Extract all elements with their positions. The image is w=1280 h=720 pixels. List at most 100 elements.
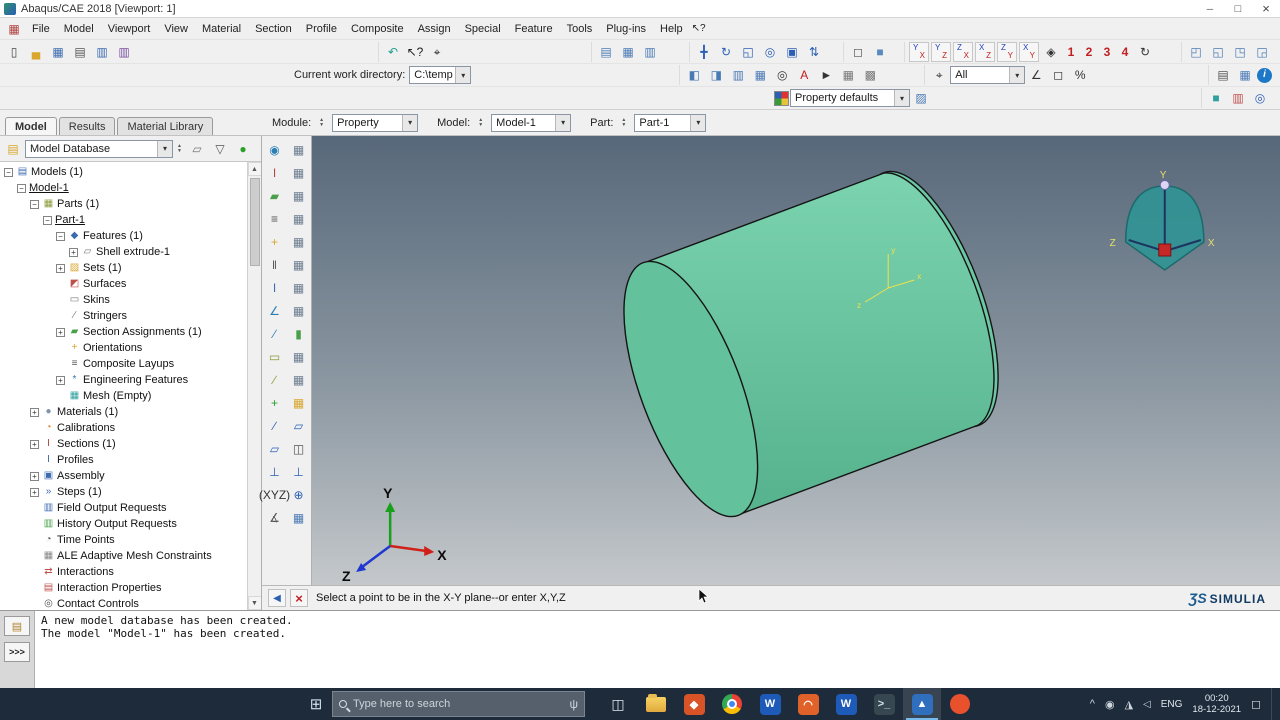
model-database-combo[interactable]: Model Database bbox=[25, 139, 173, 158]
viewport-decor-icon[interactable]: ◳ bbox=[1230, 42, 1250, 62]
pan-icon[interactable]: ╋ bbox=[694, 42, 714, 62]
word2-button[interactable]: W bbox=[827, 688, 865, 720]
module-stepper[interactable] bbox=[316, 115, 327, 131]
menu-help[interactable]: Help bbox=[653, 20, 690, 38]
create-profile-icon[interactable]: I bbox=[263, 277, 286, 299]
assign-rebar-orientation-icon[interactable]: ‖ bbox=[263, 254, 286, 276]
menu-viewport[interactable]: Viewport bbox=[101, 20, 158, 38]
volume-icon[interactable] bbox=[1143, 698, 1151, 710]
tree-item-part-1[interactable]: − Part-1 bbox=[0, 212, 247, 228]
tree-item-model-1[interactable]: − Model-1 bbox=[0, 180, 247, 196]
viewport-scene[interactable]: y x z Y X Z Y Z X bbox=[312, 136, 1280, 585]
tree-item-orientations[interactable]: + Orientations bbox=[0, 340, 247, 356]
start-button[interactable] bbox=[300, 688, 332, 720]
action-center-button[interactable] bbox=[1251, 697, 1261, 711]
viewport-canvas[interactable]: y x z Y X Z Y Z X bbox=[312, 136, 1280, 585]
tree-item-sets-1[interactable]: + ▨ Sets (1) bbox=[0, 260, 247, 276]
language-indicator[interactable]: ENG bbox=[1161, 699, 1183, 710]
filter-icon[interactable]: ▽ bbox=[210, 139, 230, 159]
close-button[interactable] bbox=[1252, 0, 1280, 17]
create-material-icon[interactable]: ◉ bbox=[263, 139, 286, 161]
angle-select-icon[interactable]: ∠ bbox=[1026, 65, 1046, 85]
tree-item-contact-controls[interactable]: ◎ Contact Controls bbox=[0, 596, 247, 610]
composite-layup-manager-icon[interactable]: ▦ bbox=[287, 208, 310, 230]
view-left-icon[interactable]: ZY bbox=[997, 41, 1017, 62]
compass-tool-icon[interactable]: ◎ bbox=[1250, 88, 1270, 108]
fit-view-icon[interactable]: ▣ bbox=[782, 42, 802, 62]
saved-view-4-icon[interactable]: 4 bbox=[1117, 42, 1133, 62]
saved-view-1-icon[interactable]: 1 bbox=[1063, 42, 1079, 62]
tree-item-materials-1[interactable]: + ● Materials (1) bbox=[0, 404, 247, 420]
create-datum-csys-icon[interactable]: ⊥ bbox=[263, 461, 286, 483]
tree-item-parts-1[interactable]: − ▦ Parts (1) bbox=[0, 196, 247, 212]
color-code-combo[interactable]: Property defaults bbox=[790, 89, 910, 107]
annotation-icon[interactable]: A bbox=[794, 65, 814, 85]
stringer-manager-icon[interactable]: ▦ bbox=[287, 369, 310, 391]
spectrum-icon[interactable]: ▥ bbox=[1228, 88, 1248, 108]
abaqus-active-button[interactable]: ▲ bbox=[903, 688, 941, 720]
chrome-button[interactable] bbox=[713, 688, 751, 720]
open-icon[interactable]: ▄ bbox=[26, 42, 46, 62]
tab-model[interactable]: Model bbox=[5, 117, 57, 135]
create-datum-plane-icon[interactable]: ▱ bbox=[263, 438, 286, 460]
profile-manager-icon[interactable]: ▦ bbox=[287, 277, 310, 299]
tile-viewports-icon[interactable]: ◱ bbox=[1208, 42, 1228, 62]
assign-section-icon[interactable]: ▰ bbox=[263, 185, 286, 207]
viewport-raise-icon[interactable]: ▥ bbox=[728, 65, 748, 85]
tree-item-steps-1[interactable]: + » Steps (1) bbox=[0, 484, 247, 500]
tree-item-interaction-properties[interactable]: ▤ Interaction Properties bbox=[0, 580, 247, 596]
part-stepper[interactable] bbox=[618, 115, 629, 131]
saved-view-3-icon[interactable]: 3 bbox=[1099, 42, 1115, 62]
wireframe-icon[interactable]: ◻ bbox=[848, 42, 868, 62]
context-help-icon[interactable]: ↖? bbox=[405, 42, 425, 62]
microphone-icon[interactable] bbox=[569, 697, 578, 711]
undo-icon[interactable]: ↶ bbox=[383, 42, 403, 62]
kernel-cli-tab[interactable]: >>> bbox=[4, 642, 30, 662]
tree-item-history-output-requests[interactable]: ▥ History Output Requests bbox=[0, 516, 247, 532]
tree-item-models-1[interactable]: − ▤ Models (1) bbox=[0, 164, 247, 180]
print-icon[interactable]: ▤ bbox=[70, 42, 90, 62]
terminal-button[interactable]: >_ bbox=[865, 688, 903, 720]
tree-item-features-1[interactable]: − ◆ Features (1) bbox=[0, 228, 247, 244]
tree-item-time-points[interactable]: ◔ Time Points bbox=[0, 532, 247, 548]
tree-expander[interactable]: + bbox=[56, 327, 65, 337]
tree-expander[interactable]: + bbox=[56, 375, 65, 385]
assign-material-orientation-icon[interactable]: + bbox=[263, 231, 286, 253]
beam-orientation-manager-icon[interactable]: ▦ bbox=[287, 300, 310, 322]
datum-plane2-icon[interactable]: ▱ bbox=[287, 415, 310, 437]
material-orientation-manager-icon[interactable]: ▦ bbox=[287, 231, 310, 253]
binoculars-icon[interactable]: ◎ bbox=[772, 65, 792, 85]
section-manager-icon[interactable]: ▦ bbox=[287, 162, 310, 184]
tree-item-section-assignments-1[interactable]: + ▰ Section Assignments (1) bbox=[0, 324, 247, 340]
model-database-icon[interactable]: ▤ bbox=[3, 139, 23, 159]
assign-beam-orientation-icon[interactable]: ∠ bbox=[263, 300, 286, 322]
tree-expander[interactable]: + bbox=[30, 471, 39, 481]
previous-prompt-button[interactable] bbox=[268, 589, 286, 607]
file-explorer-button[interactable] bbox=[637, 688, 675, 720]
magnify-icon[interactable]: ◎ bbox=[760, 42, 780, 62]
browser-orange-button[interactable] bbox=[941, 688, 979, 720]
user-icon[interactable] bbox=[1105, 698, 1115, 711]
grid-snap-icon[interactable]: ▩ bbox=[860, 65, 880, 85]
create-stringer-icon[interactable]: ∕ bbox=[263, 369, 286, 391]
menu-feature[interactable]: Feature bbox=[508, 20, 560, 38]
info-icon[interactable]: i bbox=[1257, 67, 1272, 83]
show-desktop-button[interactable] bbox=[1271, 688, 1276, 720]
tree-item-interactions[interactable]: ⇄ Interactions bbox=[0, 564, 247, 580]
xyz-point-icon[interactable]: (XYZ) bbox=[259, 484, 290, 506]
app-orange-button[interactable]: ◆ bbox=[675, 688, 713, 720]
tree-item-stringers[interactable]: ∕ Stringers bbox=[0, 308, 247, 324]
datum-grid-icon[interactable]: ▦ bbox=[287, 392, 310, 414]
view-compass[interactable]: Y Z X bbox=[1110, 170, 1215, 271]
minimize-button[interactable] bbox=[1196, 0, 1224, 17]
part-combo[interactable]: Part-1 bbox=[634, 113, 707, 132]
create-section-icon[interactable]: I bbox=[263, 162, 286, 184]
tree-item-skins[interactable]: ▭ Skins bbox=[0, 292, 247, 308]
skin-manager-icon[interactable]: ▦ bbox=[287, 346, 310, 368]
scroll-up-icon[interactable]: ▲ bbox=[247, 162, 261, 176]
new-viewport-icon[interactable]: ◰ bbox=[1186, 42, 1206, 62]
display-group-icon[interactable]: ▥ bbox=[640, 42, 660, 62]
work-directory-combo[interactable]: C:\temp bbox=[409, 66, 472, 84]
journal-icon[interactable]: ▥ bbox=[114, 42, 134, 62]
selection-combo[interactable]: All bbox=[950, 66, 1026, 84]
